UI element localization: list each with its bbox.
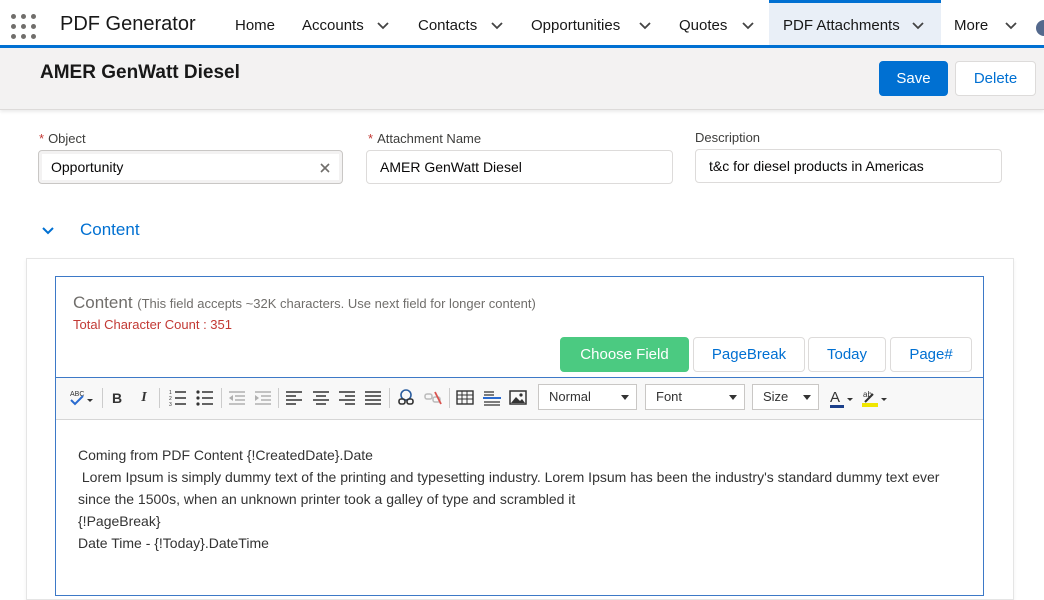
nav-item-home[interactable]: Home — [235, 0, 275, 45]
record-title: AMER GenWatt Diesel — [40, 62, 240, 83]
app-launcher-icon[interactable] — [11, 14, 37, 40]
nav-label: Opportunities — [531, 17, 621, 34]
format-select[interactable]: Normal — [538, 384, 637, 410]
chevron-down-icon[interactable] — [638, 19, 652, 33]
editor-line: {!PageBreak} — [78, 513, 161, 529]
editor-line: Coming from PDF Content {!CreatedDate}.D… — [78, 447, 373, 463]
size-select[interactable]: Size — [752, 384, 819, 410]
content-label-text: Content — [73, 293, 133, 312]
nav-label: Home — [235, 17, 276, 34]
object-lookup-field[interactable]: Opportunity — [38, 150, 343, 184]
description-value: t&c for diesel products in Americas — [709, 158, 924, 174]
highlight-color-icon[interactable]: ab — [861, 388, 889, 408]
section-title-content[interactable]: Content — [80, 220, 140, 240]
page-break-button[interactable]: PageBreak — [693, 337, 805, 372]
nav-item-accounts[interactable]: Accounts — [302, 0, 394, 45]
align-right-icon[interactable] — [338, 388, 356, 408]
nav-item-contacts[interactable]: Contacts — [418, 0, 508, 45]
increase-indent-icon[interactable] — [253, 388, 273, 408]
user-avatar[interactable] — [1036, 20, 1044, 36]
attachment-name-value: AMER GenWatt Diesel — [380, 159, 522, 175]
svg-text:3: 3 — [169, 402, 172, 408]
nav-label: Quotes — [679, 17, 728, 34]
save-button[interactable]: Save — [879, 61, 948, 96]
chevron-down-icon[interactable] — [741, 19, 755, 33]
nav-item-quotes[interactable]: Quotes — [679, 0, 759, 45]
numbered-list-icon[interactable]: 123 — [168, 388, 188, 408]
caret-down-icon — [803, 395, 811, 400]
nav-item-opportunities[interactable]: Opportunities — [531, 0, 655, 45]
nav-item-more[interactable]: More — [954, 0, 1026, 45]
chevron-down-icon[interactable] — [376, 19, 390, 33]
nav-label: Contacts — [418, 17, 478, 34]
link-icon[interactable] — [396, 388, 416, 408]
spellcheck-icon[interactable]: ABC — [70, 388, 96, 408]
object-value: Opportunity — [51, 159, 124, 175]
required-marker: * — [368, 131, 374, 146]
align-left-icon[interactable] — [285, 388, 303, 408]
record-header: AMER GenWatt Diesel Save Delete — [0, 48, 1044, 110]
description-field[interactable]: t&c for diesel products in Americas — [695, 149, 1002, 183]
editor-line: Date Time - {!Today}.DateTime — [78, 535, 269, 551]
nav-label: PDF Attachments — [783, 17, 900, 34]
chevron-down-icon[interactable] — [1004, 19, 1018, 33]
table-icon[interactable] — [456, 388, 474, 408]
attachment-name-label: * Attachment Name — [368, 131, 481, 146]
character-count: Total Character Count : 351 — [73, 317, 232, 332]
caret-down-icon — [729, 395, 737, 400]
align-justify-icon[interactable] — [364, 388, 382, 408]
delete-button[interactable]: Delete — [955, 61, 1036, 96]
global-navigation: PDF Generator Home Accounts Contacts Opp… — [0, 0, 1044, 48]
chevron-down-icon[interactable] — [490, 19, 504, 33]
format-select-value: Normal — [549, 389, 591, 404]
page-number-button[interactable]: Page# — [890, 337, 972, 372]
choose-field-button[interactable]: Choose Field — [560, 337, 689, 372]
required-marker: * — [39, 131, 45, 146]
italic-icon[interactable]: I — [137, 388, 151, 408]
nav-label: Accounts — [302, 17, 364, 34]
align-center-icon[interactable] — [312, 388, 330, 408]
svg-text:A: A — [830, 389, 840, 406]
nav-item-pdf-attachments[interactable]: PDF Attachments — [769, 0, 941, 45]
attachment-name-field[interactable]: AMER GenWatt Diesel — [366, 150, 673, 184]
chevron-down-icon[interactable] — [911, 19, 925, 33]
editor-line: Lorem Ipsum is simply dummy text of the … — [78, 469, 944, 507]
close-icon[interactable] — [320, 163, 330, 173]
bold-icon[interactable]: B — [110, 388, 124, 408]
app-name: PDF Generator — [60, 13, 196, 35]
decrease-indent-icon[interactable] — [227, 388, 247, 408]
horizontal-rule-icon[interactable] — [482, 388, 502, 408]
font-select-value: Font — [656, 389, 683, 404]
caret-down-icon — [621, 395, 629, 400]
bulleted-list-icon[interactable] — [195, 388, 215, 408]
size-select-value: Size — [763, 389, 789, 404]
font-select[interactable]: Font — [645, 384, 745, 410]
content-field-label: Content (This field accepts ~32K charact… — [73, 293, 536, 313]
svg-text:ab: ab — [863, 390, 872, 399]
object-label: * Object — [39, 131, 86, 146]
object-label-text: Object — [48, 131, 86, 146]
rich-text-editor[interactable]: Coming from PDF Content {!CreatedDate}.D… — [78, 444, 968, 554]
chevron-down-icon[interactable] — [40, 223, 56, 239]
description-label: Description — [695, 130, 761, 145]
image-icon[interactable] — [509, 388, 527, 408]
attachment-name-label-text: Attachment Name — [377, 131, 482, 146]
content-field-note: (This field accepts ~32K characters. Use… — [137, 296, 536, 311]
today-button[interactable]: Today — [808, 337, 886, 372]
text-color-icon[interactable]: A — [829, 388, 857, 408]
unlink-icon[interactable] — [423, 388, 443, 408]
nav-label: More — [954, 17, 989, 34]
